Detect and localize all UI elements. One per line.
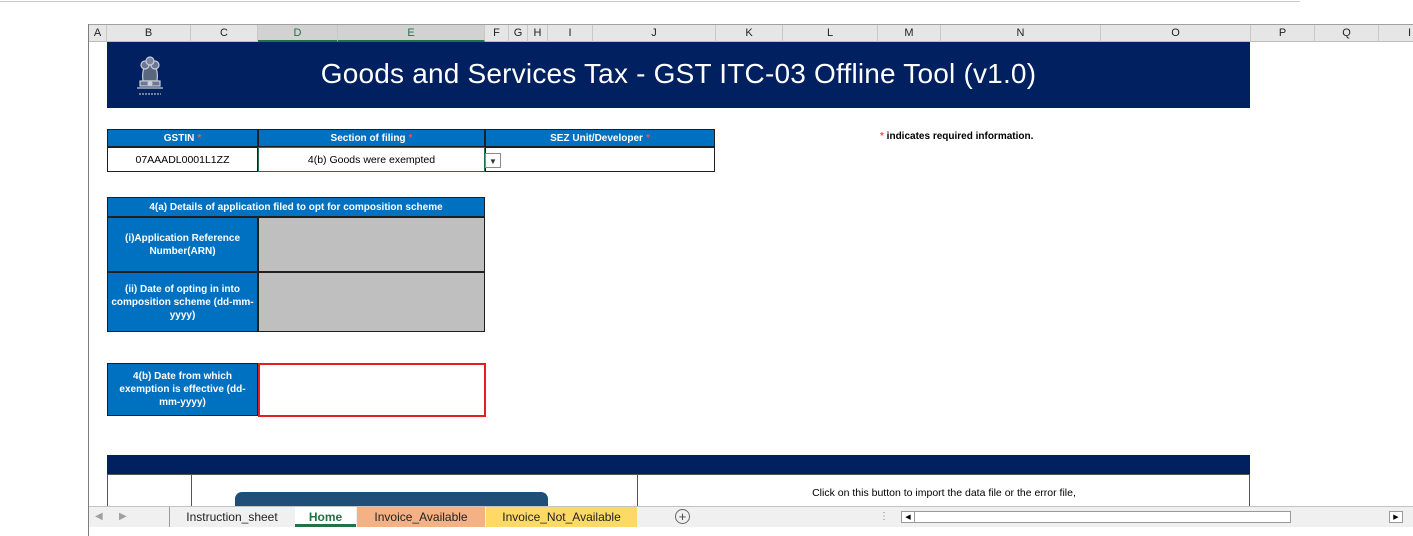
scroll-right-icon[interactable]: ▶ [1389, 511, 1403, 523]
column-header-e[interactable]: E [338, 25, 485, 42]
column-header-f[interactable]: F [485, 25, 509, 42]
arn-input[interactable] [258, 217, 485, 272]
composition-date-label: (ii) Date of opting in into composition … [107, 272, 258, 332]
horizontal-scrollbar[interactable] [901, 511, 1291, 523]
tab-home[interactable]: Home [295, 507, 356, 527]
column-header-k[interactable]: K [716, 25, 783, 42]
chevron-right-icon[interactable]: ▶ [119, 507, 127, 527]
sez-header-label: SEZ Unit/Developer [550, 132, 643, 144]
composition-date-input[interactable] [258, 272, 485, 332]
column-header-m[interactable]: M [878, 25, 941, 42]
tab-instruction-sheet[interactable]: Instruction_sheet [169, 507, 294, 527]
gstin-value[interactable]: 07AAADL0001L1ZZ [107, 147, 258, 172]
section-of-filing-header-label: Section of filing [330, 132, 406, 144]
section-dropdown-button[interactable]: ▼ [485, 153, 501, 168]
section-4a-header: 4(a) Details of application filed to opt… [107, 197, 485, 217]
sez-header: SEZ Unit/Developer * [485, 129, 715, 147]
exemption-date-input[interactable] [258, 363, 486, 417]
column-header-q[interactable]: Q [1315, 25, 1379, 42]
column-header-j[interactable]: J [593, 25, 716, 42]
column-header-i[interactable]: I [548, 25, 593, 42]
column-header-d[interactable]: D [258, 25, 338, 42]
column-header-b[interactable]: B [107, 25, 191, 42]
column-header-p[interactable]: P [1251, 25, 1315, 42]
required-note-text: indicates required information. [883, 131, 1034, 142]
column-header-a[interactable]: A [89, 25, 107, 42]
column-header-r[interactable]: I [1379, 25, 1413, 42]
required-star: * [408, 132, 413, 144]
title-banner: Goods and Services Tax - GST ITC-03 Offl… [107, 42, 1250, 108]
tab-invoice-not-available[interactable]: Invoice_Not_Available [486, 507, 637, 527]
import-instruction-text: Click on this button to import the data … [812, 487, 1076, 499]
tab-splitter-handle[interactable]: ⋮ [879, 507, 889, 527]
tab-invoice-available[interactable]: Invoice_Available [357, 507, 485, 527]
column-header-o[interactable]: O [1101, 25, 1251, 42]
column-header-h[interactable]: H [528, 25, 548, 42]
arn-label: (i)Application Reference Number(ARN) [107, 217, 258, 272]
banner-title: Goods and Services Tax - GST ITC-03 Offl… [320, 58, 1037, 89]
column-header-n[interactable]: N [941, 25, 1101, 42]
sheet-tab-bar: ◀ ▶ Instruction_sheet Home Invoice_Avail… [89, 506, 1413, 527]
required-note: * indicates required information. [880, 131, 1033, 142]
required-star: * [197, 132, 202, 144]
chevron-left-icon[interactable]: ◀ [95, 507, 103, 527]
chevron-down-icon: ▼ [489, 157, 497, 166]
gstin-header-label: GSTIN [163, 132, 195, 144]
scroll-left-icon[interactable]: ◀ [901, 511, 915, 523]
gstin-header: GSTIN * [107, 129, 258, 147]
section-bar [107, 455, 1250, 474]
grid-frame-left [88, 24, 89, 536]
exemption-date-label: 4(b) Date from which exemption is effect… [107, 363, 258, 416]
top-rule [0, 1, 1300, 2]
sez-value[interactable] [485, 147, 715, 172]
column-header-l[interactable]: L [783, 25, 878, 42]
section-of-filing-header: Section of filing * [258, 129, 485, 147]
column-header-row: A B C D E F G H I J K L M N O P Q I [89, 25, 1413, 42]
import-section-divider [191, 474, 192, 506]
add-sheet-icon[interactable]: + [675, 509, 690, 524]
column-header-c[interactable]: C [191, 25, 258, 42]
column-header-g[interactable]: G [509, 25, 528, 42]
section-of-filing-value[interactable]: 4(b) Goods were exempted [258, 147, 485, 172]
required-star: * [645, 132, 650, 144]
